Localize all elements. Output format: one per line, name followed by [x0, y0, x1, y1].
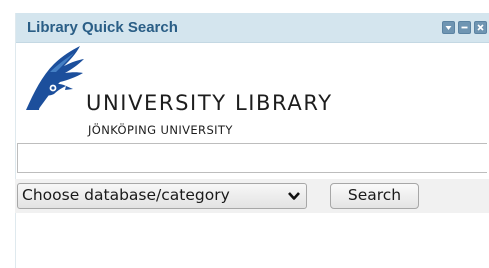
search-button[interactable]: Search — [330, 183, 419, 209]
search-controls-row: Choose database/category Search — [15, 179, 489, 213]
university-bird-wing-logo-icon — [26, 46, 84, 110]
widget-title: Library Quick Search — [27, 19, 178, 36]
logo-sub-text: JÖNKÖPING UNIVERSITY — [88, 123, 233, 137]
search-query-input[interactable] — [17, 143, 487, 173]
collapse-down-icon[interactable] — [442, 21, 455, 34]
down-arrow-icon — [445, 26, 452, 30]
logo-main-text: UNIVERSITY LIBRARY — [86, 91, 333, 115]
close-icon[interactable] — [474, 21, 487, 34]
chevron-down-icon — [285, 187, 303, 205]
close-x-icon — [477, 24, 484, 31]
minus-icon — [461, 26, 468, 29]
widget-window-controls — [442, 21, 487, 34]
database-category-select[interactable]: Choose database/category — [17, 183, 307, 209]
database-select-value: Choose database/category — [22, 186, 230, 204]
minimize-icon[interactable] — [458, 21, 471, 34]
widget-titlebar: Library Quick Search — [16, 13, 489, 43]
university-library-logo: UNIVERSITY LIBRARY JÖNKÖPING UNIVERSITY — [20, 42, 331, 147]
